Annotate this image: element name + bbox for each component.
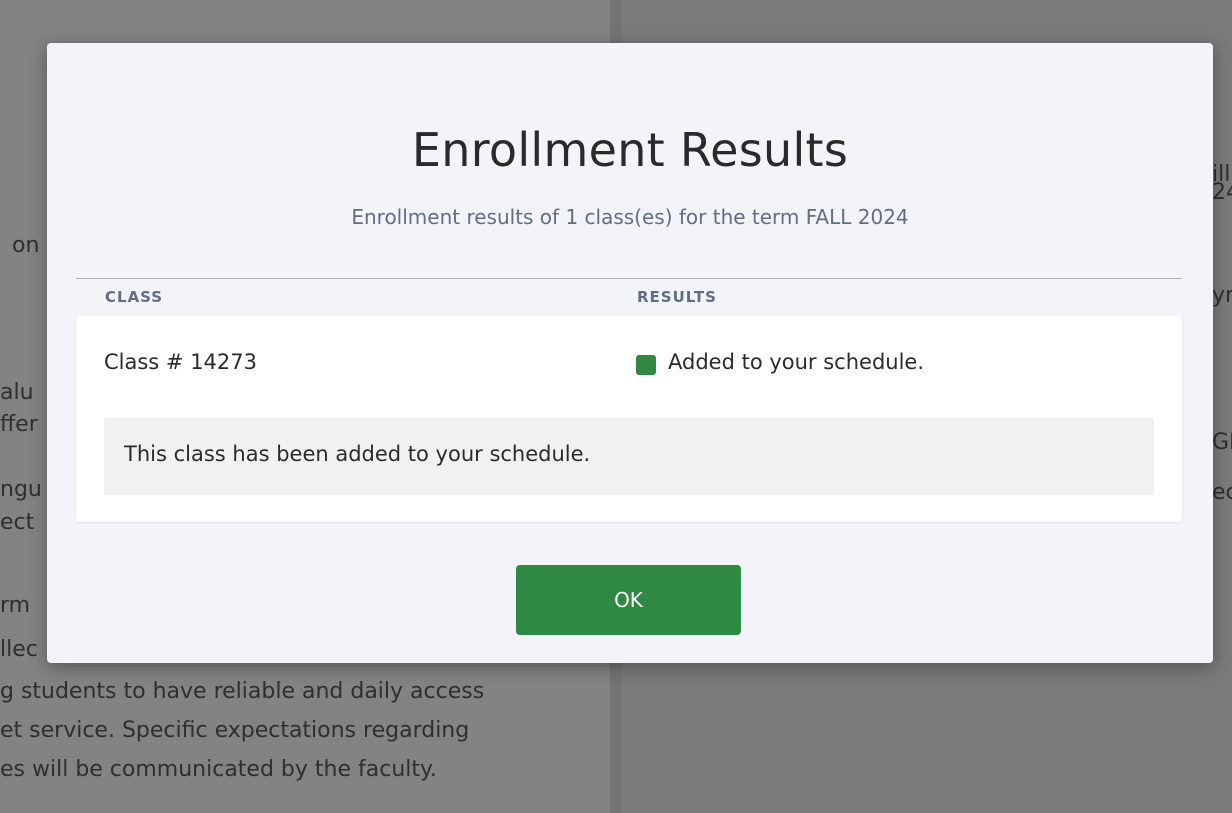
dialog-title: Enrollment Results — [411, 123, 849, 177]
background-text-fragment: rm — [0, 593, 31, 618]
background-text-fragment: 24 — [1212, 180, 1232, 205]
background-text-fragment: ffer — [0, 412, 38, 437]
background-paragraph-line: et service. Specific expectations regard… — [0, 718, 470, 743]
background-text-fragment: ec — [1212, 480, 1232, 505]
background-text-fragment: llec — [0, 637, 38, 662]
ok-button[interactable]: OK — [516, 565, 741, 635]
background-text-fragment: ect — [0, 510, 35, 535]
background-text-fragment: GE — [1212, 430, 1232, 455]
enrollment-results-dialog: Enrollment Results Enrollment results of… — [47, 43, 1213, 663]
background-paragraph-line: g students to have reliable and daily ac… — [0, 679, 485, 704]
success-status-icon — [636, 355, 656, 375]
background-text-fragment: yr — [1212, 283, 1232, 308]
column-header-class: CLASS — [105, 288, 164, 306]
background-text-fragment: alu — [0, 380, 34, 405]
background-text-fragment: on — [12, 233, 40, 258]
background-text-fragment: ngu — [0, 477, 42, 502]
header-divider — [76, 278, 1182, 279]
class-number: Class # 14273 — [104, 350, 257, 374]
result-message-text: This class has been added to your schedu… — [124, 442, 591, 466]
result-message-box: This class has been added to your schedu… — [104, 418, 1154, 495]
background-paragraph-line: es will be communicated by the faculty. — [0, 757, 437, 782]
result-status-text: Added to your schedule. — [668, 350, 925, 374]
column-header-results: RESULTS — [637, 288, 717, 306]
dialog-subtitle: Enrollment results of 1 class(es) for th… — [351, 205, 909, 229]
